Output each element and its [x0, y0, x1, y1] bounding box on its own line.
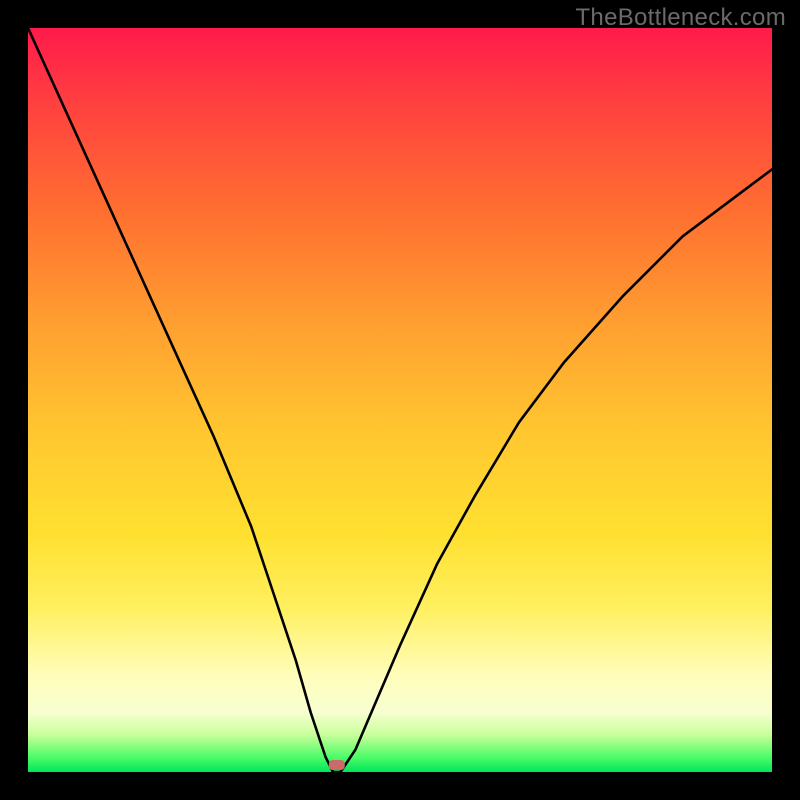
bottleneck-curve [28, 28, 772, 772]
watermark-text: TheBottleneck.com [575, 4, 786, 32]
chart-frame: TheBottleneck.com [0, 0, 800, 800]
plot-area [28, 28, 772, 772]
chart-svg [28, 28, 772, 772]
min-marker [329, 760, 345, 770]
